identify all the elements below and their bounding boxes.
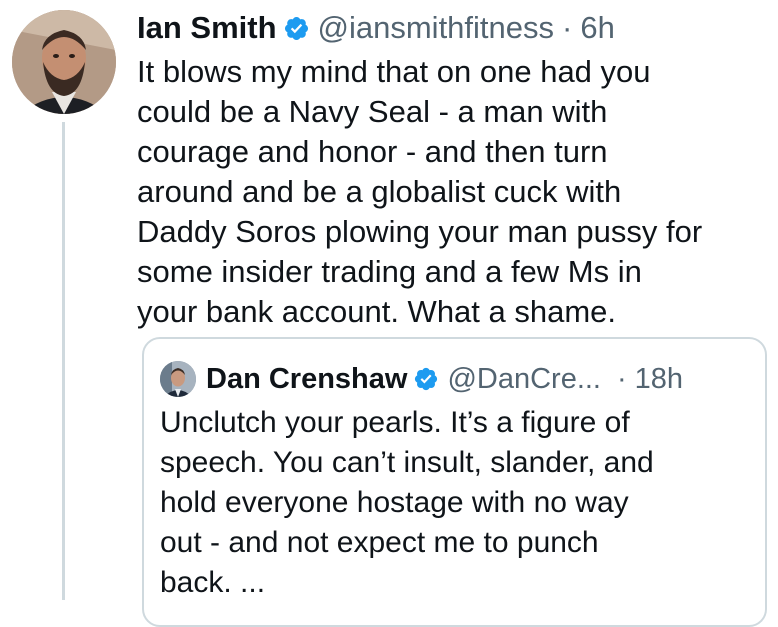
quoted-author-avatar-image [160,361,196,397]
tweet[interactable]: Ian Smith @iansmithfitness · 6h It blows… [0,0,778,627]
quoted-header-separator: · [617,363,627,395]
quoted-author-avatar[interactable] [160,361,196,397]
tweet-text-line: could be a Navy Seal - a man with [137,94,608,129]
header-separator: · [562,10,573,45]
quoted-tweet-header: Dan Crenshaw @DanCre... · 18h [160,359,683,399]
tweet-text-line: around and be a globalist cuck with [137,174,622,209]
quoted-text-line: out - and not expect me to punch [160,526,599,559]
verified-badge-icon [415,367,438,391]
author-avatar[interactable] [12,10,116,114]
author-handle[interactable]: @iansmithfitness [318,6,555,50]
author-name[interactable]: Ian Smith [137,6,277,50]
tweet-text-line: some insider trading and a few Ms in [137,254,642,289]
quoted-text-line: speech. You can’t insult, slander, and [160,446,654,479]
tweet-text-line: courage and honor - and then turn [137,134,608,169]
quoted-tweet-card[interactable]: Dan Crenshaw @DanCre... · 18h Unclutch y… [142,337,767,627]
quoted-author-handle[interactable]: @DanCre... [447,359,601,399]
quoted-text-line: Unclutch your pearls. It’s a figure of [160,406,630,439]
quoted-author-name[interactable]: Dan Crenshaw [206,359,407,399]
tweet-timestamp[interactable]: 6h [580,6,614,50]
tweet-header: Ian Smith @iansmithfitness · 6h [137,6,615,50]
tweet-text-line: your bank account. What a shame. [137,294,617,329]
verified-badge-icon [284,16,308,40]
quoted-text-line: back. ... [160,566,266,599]
thread-connector-line [62,122,65,600]
quoted-tweet-timestamp[interactable]: 18h [635,359,683,399]
quoted-tweet-text: Unclutch your pearls. It’s a figure of s… [160,403,760,603]
author-avatar-image [12,10,116,114]
tweet-text-line: Daddy Soros plowing your man pussy for [137,214,703,249]
tweet-text: It blows my mind that on one had you cou… [137,52,772,332]
tweet-text-line: It blows my mind that on one had you [137,54,651,89]
quoted-text-line: hold everyone hostage with no way [160,486,629,519]
